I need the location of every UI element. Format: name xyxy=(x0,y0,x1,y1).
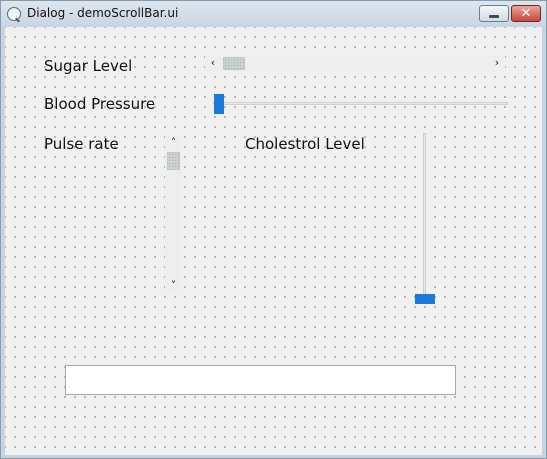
slider-groove[interactable] xyxy=(213,102,508,105)
dialog-client-area: Sugar Level ‹ › Blood Pressure Pulse rat… xyxy=(5,27,542,455)
qt-app-icon xyxy=(7,7,21,21)
title-bar[interactable]: Dialog - demoScrollBar.ui ✕ xyxy=(1,1,546,27)
window-title: Dialog - demoScrollBar.ui xyxy=(27,6,179,20)
slider-groove[interactable] xyxy=(423,133,426,301)
cholestrol-level-label: Cholestrol Level xyxy=(245,135,365,153)
scroll-left-arrow-icon[interactable]: ‹ xyxy=(205,55,221,72)
close-icon: ✕ xyxy=(520,6,532,21)
slider-handle[interactable] xyxy=(415,294,435,304)
cholestrol-level-slider[interactable] xyxy=(413,133,437,305)
result-line-edit[interactable] xyxy=(65,365,456,395)
scroll-down-arrow-icon[interactable]: ˅ xyxy=(165,279,182,293)
sugar-level-label: Sugar Level xyxy=(44,57,133,75)
dialog-window: Dialog - demoScrollBar.ui ✕ Sugar Level … xyxy=(0,0,547,459)
close-button[interactable]: ✕ xyxy=(511,5,541,22)
slider-handle[interactable] xyxy=(214,94,224,114)
scroll-right-arrow-icon[interactable]: › xyxy=(489,55,505,72)
pulse-rate-label: Pulse rate xyxy=(44,135,119,153)
scrollbar-thumb[interactable] xyxy=(167,152,180,170)
sugar-level-scrollbar[interactable]: ‹ › xyxy=(205,55,505,72)
blood-pressure-label: Blood Pressure xyxy=(44,95,156,113)
minimize-icon xyxy=(489,15,499,18)
scrollbar-thumb[interactable] xyxy=(223,57,245,70)
pulse-rate-scrollbar[interactable]: ˄ ˅ xyxy=(165,136,182,293)
scroll-up-arrow-icon[interactable]: ˄ xyxy=(165,136,182,150)
blood-pressure-slider[interactable] xyxy=(213,93,508,115)
minimize-button[interactable] xyxy=(479,5,509,22)
